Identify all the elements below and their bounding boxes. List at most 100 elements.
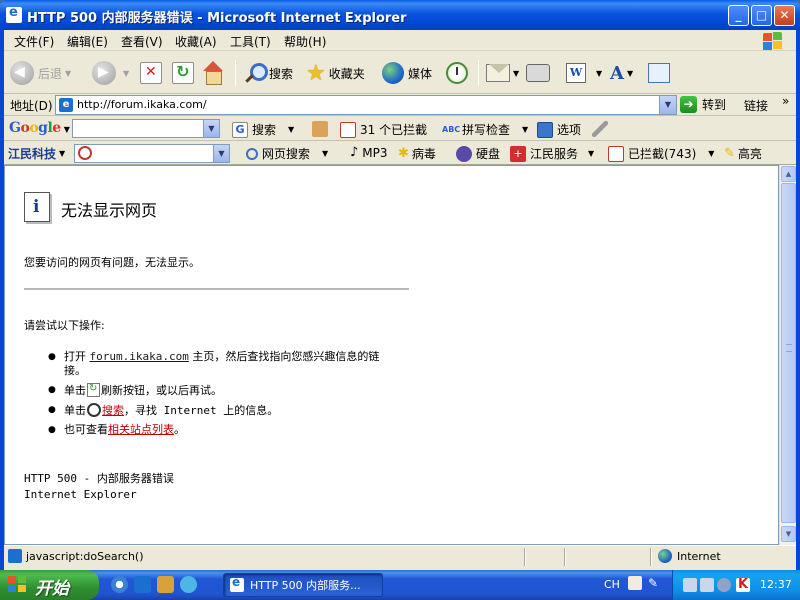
title-bar[interactable]: HTTP 500 内部服务器错误 - Microsoft Internet Ex… [0, 0, 800, 30]
mp3-label: MP3 [362, 145, 388, 160]
music-note-icon: ♪ [350, 145, 359, 160]
taskbar: 开始 HTTP 500 内部服务... CH ✎ K 12:37 [0, 570, 800, 600]
back-label: 后退 [38, 66, 63, 81]
media-player-icon[interactable] [111, 576, 128, 593]
chevron-down-icon[interactable]: ▼ [659, 96, 676, 114]
suggestion-list: 打开 forum.ikaka.com 主页，然后查找指向您感兴趣信息的链接。 单… [48, 350, 398, 442]
language-indicator[interactable]: CH [604, 578, 620, 591]
menu-view[interactable]: 查看(V) [121, 33, 163, 50]
spellcheck-label: 拼写检查 [462, 123, 511, 137]
windows-logo-icon [8, 576, 28, 594]
edit-button[interactable]: W ▼ [566, 60, 602, 86]
menu-tools[interactable]: 工具(T) [230, 33, 271, 50]
network2-icon[interactable] [700, 578, 714, 592]
favorites-label: 收藏夹 [328, 66, 365, 81]
jiangmin-service-button[interactable]: + 江民服务 ▼ [510, 145, 594, 162]
maximize-button[interactable]: □ [751, 5, 772, 26]
service-label: 江民服务 [530, 147, 579, 161]
blocked-count-label: 31 个已拦截 [360, 123, 428, 137]
address-input[interactable]: e http://forum.ikaka.com/ ▼ [55, 95, 677, 115]
jiangmin-search-input[interactable]: ▼ [74, 144, 230, 163]
scroll-up-icon[interactable]: ▲ [781, 166, 796, 182]
google-options-button[interactable]: 选项 [537, 121, 581, 138]
virus-button[interactable]: ✱ 病毒 [398, 145, 436, 162]
popup-blocker-button[interactable]: 31 个已拦截 [340, 121, 427, 138]
word-icon: W [566, 63, 586, 83]
chevron-down-icon: ▼ [626, 68, 634, 78]
highlight-button[interactable]: ✎ 高亮 [724, 145, 762, 162]
font-size-button[interactable]: A ▼ [610, 60, 633, 86]
menu-favorites[interactable]: 收藏(A) [175, 33, 217, 50]
volume-icon[interactable] [717, 578, 731, 592]
start-button[interactable]: 开始 [0, 570, 99, 600]
jiangmin-blocked-label: 已拦截(743) [628, 147, 697, 161]
disk-button[interactable]: 硬盘 [456, 145, 500, 162]
mp3-button[interactable]: ♪ MP3 [350, 145, 388, 160]
antivirus-k-icon[interactable]: K [736, 578, 750, 592]
chevron-down-icon[interactable]: ▼ [203, 120, 219, 137]
print-button[interactable] [526, 60, 550, 86]
window-title: HTTP 500 内部服务器错误 - Microsoft Internet Ex… [27, 11, 407, 26]
close-button[interactable]: ✕ [774, 5, 795, 26]
page-content: 无法显示网页 您要访问的网页有问题，无法显示。 请尝试以下操作: 打开 foru… [4, 165, 779, 545]
more-chevron-icon[interactable]: » [782, 94, 789, 108]
jiangmin-brand-button[interactable]: 江民科技 ▼ [8, 145, 65, 162]
spellcheck-button[interactable]: ABC 拼写检查 ▼ [442, 121, 528, 138]
google-search-input[interactable]: ▼ [72, 119, 220, 138]
ime-icon[interactable] [628, 576, 642, 590]
jiangmin-blocked-button[interactable]: 已拦截(743) ▼ [608, 145, 714, 162]
chevron-down-icon[interactable]: ▼ [213, 145, 229, 162]
web-search-button[interactable]: 网页搜索 ▼ [246, 145, 328, 162]
links-button[interactable]: 链接 [744, 97, 768, 114]
desktop-quicklaunch-icon[interactable] [180, 576, 197, 593]
ie-icon [6, 5, 22, 23]
vertical-scrollbar[interactable]: ▲ ▼ [779, 165, 796, 545]
chevron-down-icon: ▼ [322, 149, 329, 158]
stop-button[interactable] [140, 60, 162, 86]
jiangmin-brand-label: 江民科技 [8, 147, 57, 161]
app-quicklaunch-icon[interactable] [157, 576, 174, 593]
home-button[interactable] [201, 60, 225, 86]
tip1-prefix: 打开 [64, 350, 90, 363]
status-text: javascript:doSearch() [26, 550, 144, 563]
scroll-thumb[interactable] [781, 183, 796, 523]
history-button[interactable] [446, 60, 468, 86]
menu-help[interactable]: 帮助(H) [284, 33, 326, 50]
grip-icon [786, 344, 792, 352]
search-link[interactable]: 搜索 [102, 404, 124, 417]
virus-icon: ✱ [398, 146, 409, 161]
refresh-button[interactable] [172, 60, 194, 86]
chevron-down-icon: ▼ [123, 68, 130, 78]
media-button[interactable]: 媒体 [382, 60, 432, 86]
security-zone[interactable]: Internet [658, 549, 721, 563]
search-button[interactable]: 搜索 [244, 60, 293, 86]
google-logo[interactable]: Google ▼ [9, 120, 70, 136]
go-button[interactable]: ➔ 转到 [680, 96, 726, 113]
network-icon[interactable] [683, 578, 697, 592]
site-home-link[interactable]: forum.ikaka.com [90, 350, 189, 363]
search-icon [244, 62, 268, 84]
star-icon: ★ [306, 60, 326, 86]
back-button[interactable]: 后退 ▼ [10, 60, 71, 86]
related-sites-link[interactable]: 相关站点列表 [108, 423, 174, 436]
scroll-down-icon[interactable]: ▼ [781, 526, 796, 542]
menu-file[interactable]: 文件(F) [14, 33, 54, 50]
messenger-button[interactable] [648, 60, 670, 86]
font-size-icon: A [610, 62, 624, 84]
chevron-down-icon: ▼ [588, 149, 595, 158]
google-search-button[interactable]: G 搜索 ▼ [232, 121, 294, 138]
minimize-button[interactable]: _ [728, 5, 749, 26]
ime-pen-icon[interactable]: ✎ [648, 576, 658, 590]
highlight-pen-button[interactable] [592, 121, 612, 137]
favorites-button[interactable]: ★ 收藏夹 [306, 60, 365, 86]
taskbar-ie-window[interactable]: HTTP 500 内部服务... [223, 573, 383, 597]
status-divider [650, 548, 652, 566]
mail-icon [486, 64, 510, 82]
menu-edit[interactable]: 编辑(E) [67, 33, 108, 50]
forward-button[interactable]: ▼ [92, 60, 129, 86]
home-icon [201, 61, 225, 85]
mail-button[interactable]: ▼ [486, 60, 519, 86]
ie-quicklaunch-icon[interactable] [134, 576, 151, 593]
google-news-button[interactable] [312, 121, 332, 137]
back-arrow-icon [10, 61, 34, 85]
